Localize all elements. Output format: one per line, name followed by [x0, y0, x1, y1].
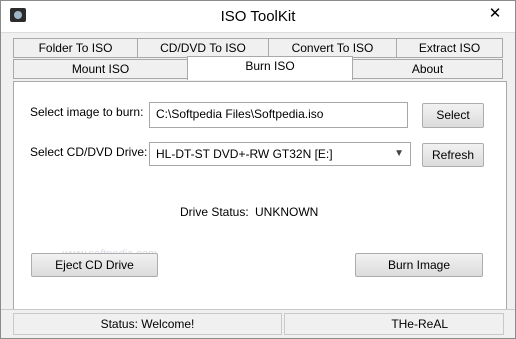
eject-cd-drive-button[interactable]: Eject CD Drive — [31, 253, 158, 277]
image-path-field[interactable]: C:\Softpedia Files\Softpedia.iso — [149, 102, 408, 128]
title-bar[interactable]: ISO ToolKit ✕ — [1, 1, 515, 33]
burn-image-button[interactable]: Burn Image — [355, 253, 483, 277]
app-window: ISO ToolKit ✕ Folder To ISO CD/DVD To IS… — [0, 0, 516, 339]
drive-select[interactable]: HL-DT-ST DVD+-RW GT32N [E:] ▼ — [149, 142, 411, 166]
status-message: Status: Welcome! — [13, 313, 282, 335]
drive-status-label: Drive Status: — [180, 205, 249, 219]
drive-status-value: UNKNOWN — [255, 205, 319, 219]
burn-iso-panel: Select image to burn: C:\Softpedia Files… — [13, 81, 507, 310]
image-label: Select image to burn: — [30, 105, 144, 119]
tab-about[interactable]: About — [352, 59, 503, 79]
tab-extract-iso[interactable]: Extract ISO — [396, 38, 503, 58]
close-icon[interactable]: ✕ — [483, 3, 507, 25]
drive-label: Select CD/DVD Drive: — [30, 145, 148, 159]
select-button[interactable]: Select — [422, 103, 484, 128]
tab-mount-iso[interactable]: Mount ISO — [13, 59, 188, 79]
status-author: THe-ReAL — [284, 313, 504, 335]
chevron-down-icon: ▼ — [394, 148, 404, 159]
tab-burn-iso[interactable]: Burn ISO — [187, 56, 353, 80]
drive-select-value: HL-DT-ST DVD+-RW GT32N [E:] — [156, 147, 333, 161]
tab-convert-to-iso[interactable]: Convert To ISO — [268, 38, 397, 58]
refresh-button[interactable]: Refresh — [422, 143, 484, 167]
tab-folder-to-iso[interactable]: Folder To ISO — [13, 38, 138, 58]
tab-cd-dvd-to-iso[interactable]: CD/DVD To ISO — [137, 38, 269, 58]
status-bar: Status: Welcome! THe-ReAL — [1, 309, 515, 338]
window-title: ISO ToolKit — [220, 8, 296, 25]
tab-strip: Folder To ISO CD/DVD To ISO Convert To I… — [13, 38, 507, 80]
